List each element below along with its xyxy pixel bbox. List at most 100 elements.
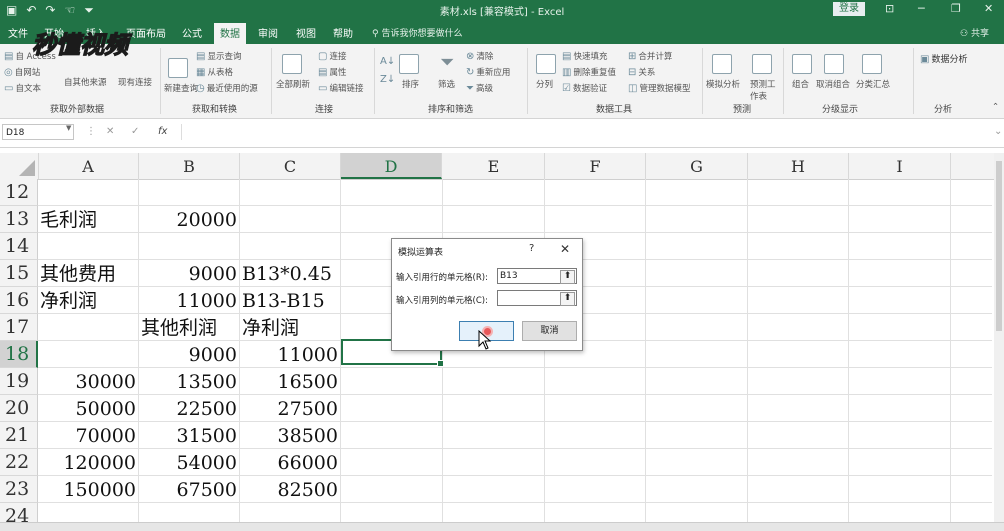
- cell-b18[interactable]: 9000: [139, 341, 239, 368]
- cell-a23[interactable]: 150000: [38, 476, 138, 503]
- row-header-18[interactable]: 18: [0, 341, 38, 368]
- cell-c21[interactable]: 38500: [240, 422, 340, 449]
- sort-asc-icon[interactable]: A↓: [380, 56, 397, 67]
- tab-review[interactable]: 审阅: [258, 25, 278, 40]
- row-header-21[interactable]: 21: [0, 422, 38, 449]
- ungroup-button[interactable]: 取消组合: [816, 78, 850, 90]
- column-header-e[interactable]: E: [443, 153, 545, 179]
- cell-c18[interactable]: 11000: [240, 341, 340, 368]
- minimize-icon[interactable]: ─: [918, 2, 925, 15]
- from-text-button[interactable]: ▭ 自文本: [4, 82, 41, 94]
- row-header-15[interactable]: 15: [0, 260, 38, 287]
- cell-b22[interactable]: 54000: [139, 449, 239, 476]
- share-button[interactable]: ⚇ 共享: [960, 26, 989, 39]
- row-header-17[interactable]: 17: [0, 314, 38, 341]
- refresh-all-button[interactable]: 全部刷新: [276, 78, 310, 90]
- column-header-h[interactable]: H: [748, 153, 849, 179]
- from-table-button[interactable]: ▦ 从表格: [196, 66, 233, 78]
- column-header-b[interactable]: B: [139, 153, 240, 179]
- cell-a22[interactable]: 120000: [38, 449, 138, 476]
- name-box-dropdown-icon[interactable]: ▼: [66, 124, 71, 132]
- cancel-button[interactable]: 取消: [522, 321, 577, 341]
- data-validation-button[interactable]: ☑ 数据验证: [562, 82, 607, 94]
- cell-c23[interactable]: 82500: [240, 476, 340, 503]
- login-button[interactable]: 登录: [833, 2, 865, 16]
- vertical-scrollbar[interactable]: [994, 153, 1004, 530]
- column-header-d[interactable]: D: [341, 153, 442, 179]
- cell-b17[interactable]: 其他利润: [139, 314, 239, 341]
- data-analysis-button[interactable]: ▣ 数据分析: [920, 52, 967, 65]
- cell-a13[interactable]: 毛利润: [38, 206, 138, 233]
- remove-duplicates-button[interactable]: ▥ 删除重复值: [562, 66, 616, 78]
- from-web-button[interactable]: ◎ 自网站: [4, 66, 40, 78]
- cell-c22[interactable]: 66000: [240, 449, 340, 476]
- tab-view[interactable]: 视图: [296, 25, 316, 40]
- what-if-analysis-button[interactable]: 模拟分析: [706, 78, 740, 90]
- confirm-entry-icon[interactable]: ✓: [131, 126, 139, 137]
- from-other-sources-button[interactable]: 自其他来源: [64, 76, 107, 88]
- row-header-13[interactable]: 13: [0, 206, 38, 233]
- advanced-filter-button[interactable]: ⏷ 高级: [466, 82, 493, 94]
- row-header-14[interactable]: 14: [0, 233, 38, 260]
- column-header-f[interactable]: F: [545, 153, 646, 179]
- reapply-button[interactable]: ↻ 重新应用: [466, 66, 510, 78]
- show-queries-button[interactable]: ▤ 显示查询: [196, 50, 241, 62]
- forecast-sheet-button[interactable]: 预测工作表: [750, 78, 780, 102]
- text-to-columns-button[interactable]: 分列: [536, 78, 553, 90]
- row-header-16[interactable]: 16: [0, 287, 38, 314]
- properties-button[interactable]: ▤ 属性: [318, 66, 346, 78]
- tab-file[interactable]: 文件: [8, 25, 28, 40]
- close-icon[interactable]: ✕: [984, 2, 993, 15]
- insert-function-icon[interactable]: fx: [158, 126, 167, 137]
- cell-a16[interactable]: 净利润: [38, 287, 138, 314]
- tab-formulas[interactable]: 公式: [182, 25, 202, 40]
- clear-button[interactable]: ⊗ 清除: [466, 50, 493, 62]
- column-header-a[interactable]: A: [38, 153, 139, 179]
- row-input-cell-field[interactable]: B13 ⬆: [497, 268, 577, 284]
- row-header-19[interactable]: 19: [0, 368, 38, 395]
- cell-b16[interactable]: 11000: [139, 287, 239, 314]
- column-header-c[interactable]: C: [240, 153, 341, 179]
- cell-b23[interactable]: 67500: [139, 476, 239, 503]
- manage-data-model-button[interactable]: ◫ 管理数据模型: [628, 82, 690, 94]
- tab-data[interactable]: 数据: [214, 23, 246, 44]
- close-dialog-icon[interactable]: ✕: [560, 242, 570, 256]
- tell-me-search[interactable]: ⚲ 告诉我你想要做什么: [372, 26, 462, 39]
- cell-a21[interactable]: 70000: [38, 422, 138, 449]
- cell-b13[interactable]: 20000: [139, 206, 239, 233]
- cell-b15[interactable]: 9000: [139, 260, 239, 287]
- name-box[interactable]: D18: [2, 124, 74, 140]
- column-input-cell-field[interactable]: ⬆: [497, 290, 577, 306]
- collapse-dialog-icon[interactable]: ⬆: [560, 270, 575, 284]
- filter-button[interactable]: 筛选: [438, 78, 455, 90]
- row-header-23[interactable]: 23: [0, 476, 38, 503]
- sort-desc-icon[interactable]: Z↓: [380, 74, 397, 85]
- sort-button[interactable]: 排序: [402, 78, 419, 90]
- cell-b20[interactable]: 22500: [139, 395, 239, 422]
- help-icon[interactable]: ?: [529, 243, 534, 254]
- connections-button[interactable]: ▢ 连接: [318, 50, 346, 62]
- flash-fill-button[interactable]: ▤ 快速填充: [562, 50, 607, 62]
- row-header-12[interactable]: 12: [0, 179, 38, 206]
- row-header-22[interactable]: 22: [0, 449, 38, 476]
- formula-input[interactable]: [181, 124, 1002, 140]
- cancel-entry-icon[interactable]: ✕: [106, 126, 114, 137]
- cell-b19[interactable]: 13500: [139, 368, 239, 395]
- column-header-g[interactable]: G: [646, 153, 748, 179]
- select-all-button[interactable]: [0, 153, 39, 179]
- edit-links-button[interactable]: ▭ 编辑链接: [318, 82, 363, 94]
- scrollbar-thumb[interactable]: [996, 161, 1002, 331]
- cell-c16[interactable]: B13-B15: [240, 287, 390, 314]
- tab-help[interactable]: 帮助: [333, 25, 353, 40]
- cell-a15[interactable]: 其他费用: [38, 260, 138, 287]
- collapse-ribbon-icon[interactable]: ⌃: [992, 102, 999, 112]
- collapse-dialog-icon[interactable]: ⬆: [560, 292, 575, 306]
- row-header-20[interactable]: 20: [0, 395, 38, 422]
- cell-a20[interactable]: 50000: [38, 395, 138, 422]
- expand-formula-bar-icon[interactable]: ⌄: [994, 126, 1002, 137]
- cell-c19[interactable]: 16500: [240, 368, 340, 395]
- cell-c20[interactable]: 27500: [240, 395, 340, 422]
- column-header-i[interactable]: I: [849, 153, 951, 179]
- relationships-button[interactable]: ⊟ 关系: [628, 66, 655, 78]
- cell-c15[interactable]: B13*0.45: [240, 260, 390, 287]
